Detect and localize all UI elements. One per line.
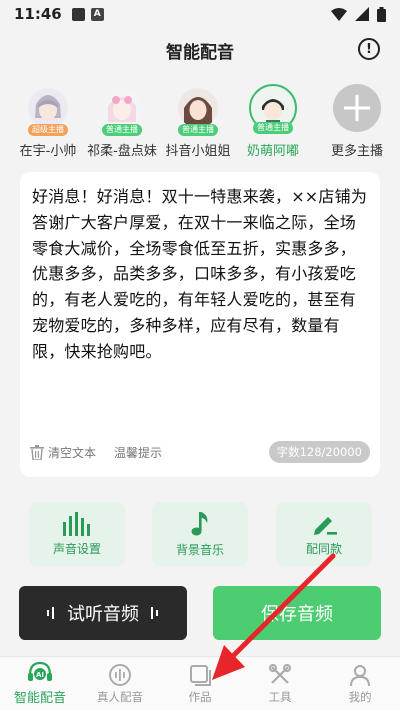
tool-label: 配同款 [305, 541, 342, 556]
clear-text-label: 清空文本 [48, 445, 97, 460]
more-anchors-button[interactable]: 更多主播 [317, 84, 397, 159]
anchor-item[interactable]: 普通主播 祁柔-盘点妹 [82, 84, 162, 159]
works-icon [190, 664, 211, 686]
anchor-item[interactable]: 超级主播 在宇-小帅 [8, 84, 88, 159]
tab-human-voice[interactable]: 真人配音 [80, 657, 160, 710]
status-bar: 11:46 A [0, 0, 400, 28]
avatar: 普通主播 [98, 84, 146, 136]
a-notification-icon: A [90, 7, 104, 21]
anchor-avatar-image [102, 88, 142, 128]
tool-row: 声音设置 背景音乐 配同款 [0, 502, 400, 568]
tab-label: 真人配音 [97, 689, 143, 704]
editor-footer: 清空文本 温馨提示 字数128/20000 [30, 441, 370, 463]
page-title: 智能配音 [166, 42, 234, 63]
tab-ai-voice[interactable]: AI 智能配音 [0, 657, 80, 710]
tab-tools[interactable]: 工具 [240, 657, 320, 710]
preview-audio-label: 试听音频 [67, 604, 139, 625]
sound-settings-button[interactable]: 声音设置 [29, 502, 125, 566]
status-time: 11:46 [14, 5, 62, 23]
info-icon[interactable]: ! [358, 38, 380, 60]
app-notification-icon [71, 7, 85, 21]
avatar: 普通主播 [249, 84, 297, 134]
word-count-badge: 字数128/20000 [268, 441, 370, 463]
signal-icon [355, 7, 369, 21]
preview-audio-button[interactable]: 试听音频 [19, 586, 187, 640]
anchor-name: 抖音小姐姐 [165, 144, 231, 159]
anchor-name: 在宇-小帅 [19, 144, 77, 159]
avatar: 普通主播 [174, 84, 222, 136]
anchor-item-selected[interactable]: 普通主播 奶萌阿嘟 [233, 84, 313, 159]
anchor-avatar-image [28, 88, 68, 128]
background-music-button[interactable]: 背景音乐 [152, 502, 248, 566]
anchor-item[interactable]: 普通主播 抖音小姐姐 [158, 84, 238, 159]
ai-voice-icon: AI [28, 661, 52, 681]
anchor-avatar-image [178, 88, 218, 128]
clear-text-button[interactable]: 清空文本 [30, 444, 96, 461]
tab-label: 我的 [348, 689, 372, 704]
anchor-name: 更多主播 [330, 144, 383, 159]
tab-label: 智能配音 [13, 691, 66, 706]
tool-label: 背景音乐 [175, 542, 224, 557]
tab-mine[interactable]: 我的 [320, 657, 400, 710]
edit-pen-icon [314, 516, 337, 535]
anchor-list: 超级主播 在宇-小帅 普通主播 祁柔-盘点妹 普通主播 抖音小姐姐 普通主播 奶… [0, 84, 400, 164]
anchor-name: 祁柔-盘点妹 [87, 144, 157, 159]
tool-label: 声音设置 [52, 541, 101, 556]
script-text-area[interactable]: 好消息！好消息！双十一特惠来袭，××店铺为答谢广大客户厚爱，在双十一来临之际，全… [32, 184, 372, 365]
anchor-badge: 普通主播 [178, 124, 218, 136]
anchor-name: 奶萌阿嘟 [246, 144, 299, 159]
tips-link[interactable]: 温馨提示 [114, 444, 162, 461]
title-bar: 智能配音 ! [0, 28, 400, 72]
sound-bars-icon [63, 511, 90, 536]
bottom-tab-bar: AI 智能配音 真人配音 作品 工具 我的 [0, 656, 400, 710]
audio-wave-right-icon [151, 607, 158, 619]
audio-wave-left-icon [47, 607, 54, 619]
action-buttons: 试听音频 保存音频 [0, 586, 400, 640]
plus-icon [333, 84, 381, 132]
waveform-icon [109, 663, 131, 686]
tab-works[interactable]: 作品 [160, 657, 240, 710]
svg-text:AI: AI [36, 671, 44, 679]
tab-label: 工具 [268, 689, 292, 704]
trash-icon [30, 444, 44, 460]
anchor-badge: 超级主播 [28, 124, 68, 136]
tab-label: 作品 [188, 689, 212, 704]
same-style-button[interactable]: 配同款 [276, 502, 372, 566]
save-audio-button[interactable]: 保存音频 [213, 586, 381, 640]
user-icon [350, 664, 370, 686]
anchor-badge: 普通主播 [253, 122, 293, 134]
battery-icon [377, 6, 386, 22]
anchor-badge: 普通主播 [102, 124, 142, 136]
music-note-icon [191, 511, 208, 535]
save-audio-label: 保存音频 [261, 604, 333, 625]
avatar: 超级主播 [24, 84, 72, 136]
tools-icon [269, 663, 291, 684]
text-editor-card: 好消息！好消息！双十一特惠来袭，××店铺为答谢广大客户厚爱，在双十一来临之际，全… [20, 172, 380, 477]
wifi-icon [331, 7, 347, 21]
